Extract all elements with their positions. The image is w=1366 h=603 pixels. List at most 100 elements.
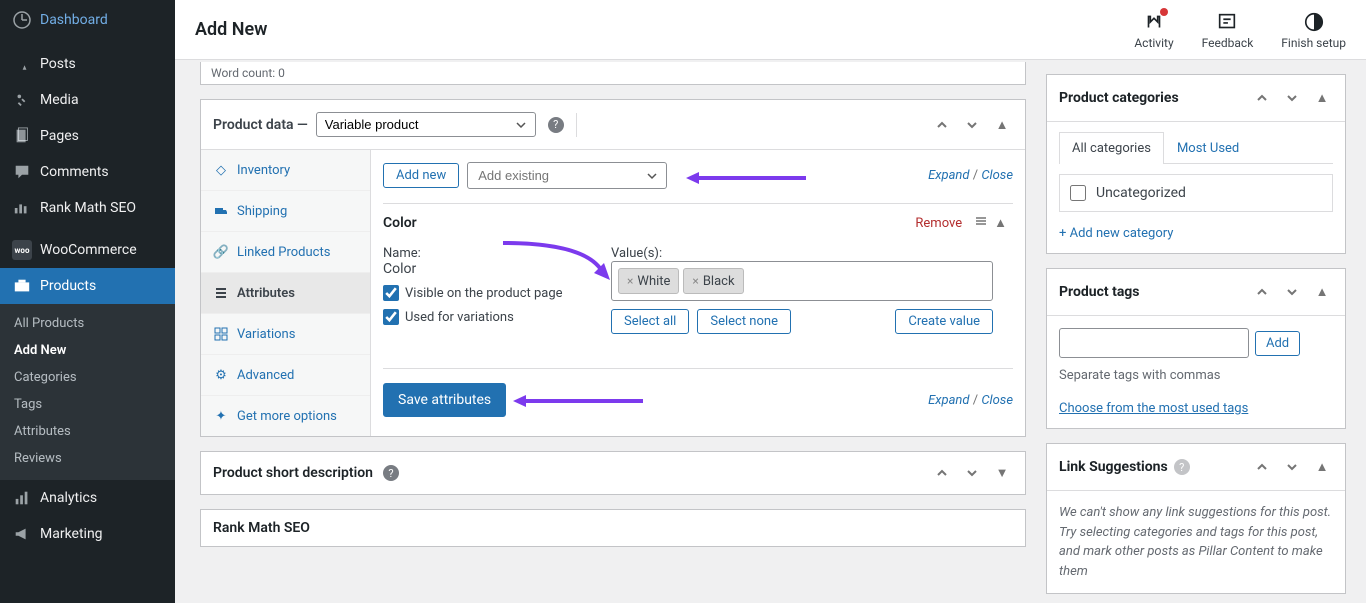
tab-label: Get more options: [237, 409, 337, 424]
tab-most-used[interactable]: Most Used: [1164, 132, 1252, 164]
caret-up-icon[interactable]: ▲: [991, 114, 1013, 136]
chevron-up-icon[interactable]: [931, 462, 953, 484]
rankmath-title: Rank Math SEO: [213, 520, 310, 536]
finish-setup-button[interactable]: Finish setup: [1281, 10, 1346, 50]
inventory-icon: ◇: [213, 162, 229, 178]
submenu-tags[interactable]: Tags: [0, 391, 175, 418]
visible-checkbox[interactable]: [383, 285, 399, 301]
product-data-title: Product data —: [213, 117, 308, 133]
select-none-button[interactable]: Select none: [697, 309, 791, 334]
caret-up-icon[interactable]: ▲: [994, 215, 1007, 231]
tab-label: Linked Products: [237, 245, 330, 260]
sidebar-item-woocommerce[interactable]: woo WooCommerce: [0, 232, 175, 268]
close-link-bottom[interactable]: Close: [981, 393, 1013, 408]
drag-handle-icon[interactable]: [974, 214, 988, 232]
tags-input[interactable]: [1059, 328, 1249, 358]
chevron-down-icon[interactable]: [961, 114, 983, 136]
close-link[interactable]: Close: [981, 168, 1013, 183]
category-checkbox[interactable]: [1070, 185, 1086, 201]
chevron-up-icon[interactable]: [1251, 87, 1273, 109]
dashboard-icon: [12, 10, 32, 30]
chart-icon: [12, 198, 32, 218]
add-existing-select[interactable]: Add existing: [467, 162, 667, 189]
chevron-down-icon[interactable]: [1281, 281, 1303, 303]
sidebar-item-pages[interactable]: Pages: [0, 118, 175, 154]
sidebar-item-label: Products: [40, 278, 96, 294]
create-value-button[interactable]: Create value: [895, 309, 993, 334]
help-icon[interactable]: ?: [1174, 459, 1190, 475]
sidebar-item-products[interactable]: Products: [0, 268, 175, 304]
submenu-add-new[interactable]: Add New: [0, 337, 175, 364]
product-type-select[interactable]: Variable product: [316, 112, 536, 137]
save-attributes-button[interactable]: Save attributes: [383, 383, 506, 417]
add-tag-button[interactable]: Add: [1255, 331, 1300, 356]
help-icon[interactable]: ?: [548, 117, 564, 133]
submenu-all-products[interactable]: All Products: [0, 310, 175, 337]
tab-get-more[interactable]: ✦Get more options: [201, 396, 370, 436]
tab-linked-products[interactable]: 🔗Linked Products: [201, 232, 370, 273]
sidebar-item-label: Dashboard: [40, 12, 108, 28]
sidebar-item-label: Media: [40, 92, 79, 108]
tab-shipping[interactable]: Shipping: [201, 191, 370, 232]
admin-sidebar: Dashboard Posts Media Pages Comments Ran…: [0, 0, 175, 603]
tab-variations[interactable]: Variations: [201, 314, 370, 355]
submenu-attributes[interactable]: Attributes: [0, 418, 175, 445]
choose-most-used-tags-link[interactable]: Choose from the most used tags: [1059, 401, 1248, 416]
tab-advanced[interactable]: ⚙Advanced: [201, 355, 370, 396]
sidebar-item-label: WooCommerce: [40, 242, 137, 258]
tab-attributes[interactable]: Attributes: [201, 273, 370, 314]
category-checkbox-row[interactable]: Uncategorized: [1070, 185, 1322, 201]
checkbox-text: Used for variations: [405, 310, 514, 325]
submenu-reviews[interactable]: Reviews: [0, 445, 175, 472]
sidebar-item-rankmath[interactable]: Rank Math SEO: [0, 190, 175, 226]
remove-attribute-link[interactable]: Remove: [915, 216, 962, 231]
values-tokenbox[interactable]: ×White ×Black: [611, 261, 993, 301]
feedback-button[interactable]: Feedback: [1202, 10, 1254, 50]
caret-up-icon[interactable]: ▲: [1311, 87, 1333, 109]
sidebar-item-label: Rank Math SEO: [40, 200, 136, 216]
chevron-down-icon[interactable]: [1281, 87, 1303, 109]
chevron-down-icon[interactable]: [1281, 456, 1303, 478]
annotation-arrow-2: [498, 238, 628, 286]
chevron-down-icon[interactable]: [961, 462, 983, 484]
categories-box-title: Product categories: [1059, 90, 1179, 106]
tab-inventory[interactable]: ◇ Inventory: [201, 150, 370, 191]
sidebar-item-comments[interactable]: Comments: [0, 154, 175, 190]
sidebar-submenu-products: All Products Add New Categories Tags Att…: [0, 304, 175, 480]
help-icon[interactable]: ?: [383, 465, 399, 481]
chevron-up-icon[interactable]: [1251, 456, 1273, 478]
activity-button[interactable]: Activity: [1134, 10, 1173, 50]
sidebar-item-dashboard[interactable]: Dashboard: [0, 0, 175, 40]
feedback-icon: [1215, 10, 1239, 34]
caret-down-icon[interactable]: ▼: [991, 462, 1013, 484]
sidebar-item-label: Pages: [40, 128, 79, 144]
submenu-categories[interactable]: Categories: [0, 364, 175, 391]
chevron-up-icon[interactable]: [931, 114, 953, 136]
select-all-button[interactable]: Select all: [611, 309, 689, 334]
link-suggestions-text: We can't show any link suggestions for t…: [1059, 503, 1333, 581]
comment-icon: [12, 162, 32, 182]
expand-link[interactable]: Expand: [928, 168, 969, 183]
sidebar-item-posts[interactable]: Posts: [0, 46, 175, 82]
visible-checkbox-label[interactable]: Visible on the product page: [383, 285, 593, 301]
caret-up-icon[interactable]: ▲: [1311, 456, 1333, 478]
caret-up-icon[interactable]: ▲: [1311, 281, 1333, 303]
add-new-attribute-button[interactable]: Add new: [383, 163, 459, 188]
add-new-category-link[interactable]: + Add new category: [1059, 226, 1173, 241]
tab-label: Shipping: [237, 204, 287, 219]
tab-all-categories[interactable]: All categories: [1059, 132, 1164, 164]
marketing-icon: [12, 524, 32, 544]
used-checkbox-label[interactable]: Used for variations: [383, 309, 593, 325]
sidebar-item-analytics[interactable]: Analytics: [0, 480, 175, 516]
tab-label: Inventory: [237, 163, 290, 178]
divider: [576, 113, 577, 137]
short-description-title: Product short description: [213, 465, 373, 481]
attribute-name-title: Color: [383, 215, 417, 231]
expand-link-bottom[interactable]: Expand: [928, 393, 969, 408]
sidebar-item-media[interactable]: Media: [0, 82, 175, 118]
sidebar-item-marketing[interactable]: Marketing: [0, 516, 175, 552]
chevron-up-icon[interactable]: [1251, 281, 1273, 303]
remove-token-icon[interactable]: ×: [692, 274, 698, 288]
value-token[interactable]: ×Black: [683, 268, 743, 294]
used-checkbox[interactable]: [383, 309, 399, 325]
